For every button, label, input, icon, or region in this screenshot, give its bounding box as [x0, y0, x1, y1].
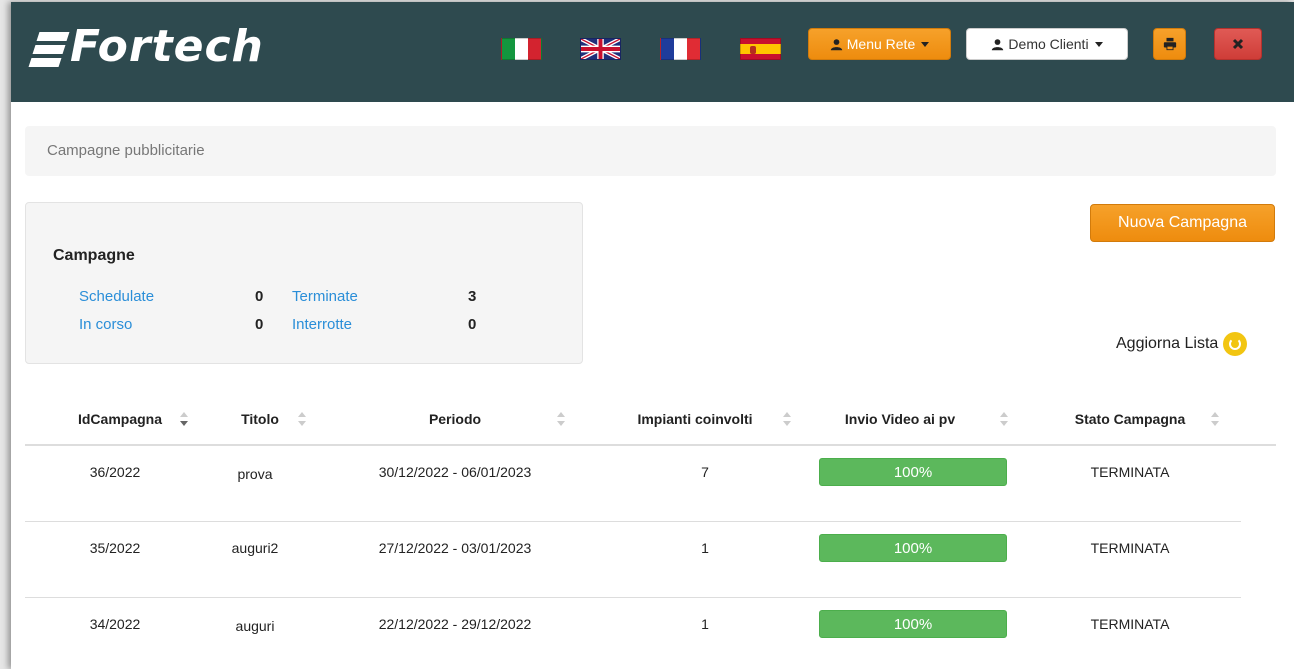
breadcrumb: Campagne pubblicitarie	[25, 126, 1276, 176]
in-corso-count: 0	[255, 316, 264, 333]
cell-periodo: 22/12/2022 - 29/12/2022	[378, 616, 532, 632]
cell-id: 34/2022	[89, 616, 141, 632]
table-row[interactable]: 35/2022 auguri2 27/12/2022 - 03/01/2023 …	[25, 522, 1241, 598]
app-window: Fortech Menu Rete Demo Clienti Campagne …	[11, 2, 1294, 669]
cell-periodo: 30/12/2022 - 06/01/2023	[378, 464, 532, 480]
menu-rete-dropdown[interactable]: Menu Rete	[808, 28, 951, 60]
column-label: Periodo	[428, 411, 482, 427]
cell-stato: TERMINATA	[1090, 616, 1170, 632]
terminate-count: 3	[468, 288, 477, 305]
table-row[interactable]: 36/2022 prova 30/12/2022 - 06/01/2023 7 …	[25, 446, 1241, 522]
video-progress-bar: 100%	[819, 458, 1007, 486]
column-label: Impianti coinvolti	[637, 411, 753, 427]
sort-icon	[1000, 412, 1008, 428]
refresh-label: Aggiorna Lista	[1116, 335, 1219, 352]
terminate-link[interactable]: Terminate	[292, 288, 358, 305]
schedulate-count: 0	[255, 288, 264, 305]
print-button[interactable]	[1153, 28, 1186, 60]
column-header-idcampagna[interactable]: IdCampagna	[55, 394, 185, 444]
cell-id: 35/2022	[89, 540, 141, 556]
new-campaign-button[interactable]: Nuova Campagna	[1090, 204, 1275, 242]
user-icon	[830, 38, 842, 50]
column-header-titolo[interactable]: Titolo	[220, 394, 300, 444]
campaign-summary-panel: Campagne Schedulate 0 Terminate 3 In cor…	[25, 202, 583, 364]
cell-stato: TERMINATA	[1090, 540, 1170, 556]
table-header: IdCampagna Titolo Periodo Impianti coinv…	[25, 394, 1276, 446]
close-button[interactable]	[1214, 28, 1262, 60]
demo-clienti-dropdown[interactable]: Demo Clienti	[966, 28, 1128, 60]
print-icon	[1163, 37, 1176, 51]
video-progress-bar: 100%	[819, 534, 1007, 562]
video-progress-bar: 100%	[819, 610, 1007, 638]
schedulate-link[interactable]: Schedulate	[79, 288, 154, 305]
menu-rete-label: Menu Rete	[846, 36, 916, 52]
cell-titolo: auguri2	[231, 540, 279, 556]
cell-impianti: 1	[701, 540, 709, 556]
in-corso-link[interactable]: In corso	[79, 316, 132, 333]
cell-titolo: prova	[237, 466, 273, 482]
column-header-impianti[interactable]: Impianti coinvolti	[615, 394, 775, 444]
sort-icon	[1211, 412, 1219, 428]
refresh-icon	[1223, 332, 1248, 356]
sort-icon	[783, 412, 791, 428]
logo-text: Fortech	[70, 21, 264, 72]
cell-impianti: 7	[701, 464, 709, 480]
user-icon	[992, 38, 1004, 50]
refresh-list-button[interactable]: Aggiorna Lista	[1116, 332, 1248, 356]
column-label: IdCampagna	[77, 411, 162, 427]
french-flag-icon[interactable]	[660, 38, 701, 60]
cell-impianti: 1	[701, 616, 709, 632]
column-label: Stato Campagna	[1074, 411, 1186, 427]
cell-titolo: auguri	[235, 618, 275, 634]
table-row[interactable]: 34/2022 auguri 22/12/2022 - 29/12/2022 1…	[25, 598, 1241, 669]
spanish-flag-icon[interactable]	[740, 38, 781, 60]
interrotte-link[interactable]: Interrotte	[292, 316, 352, 333]
chevron-down-icon	[1094, 41, 1103, 47]
close-icon	[1232, 38, 1244, 50]
column-label: Titolo	[241, 411, 279, 427]
column-header-periodo[interactable]: Periodo	[355, 394, 555, 444]
summary-title: Campagne	[53, 247, 135, 264]
sort-desc-icon	[180, 412, 188, 428]
cell-periodo: 27/12/2022 - 03/01/2023	[378, 540, 532, 556]
column-header-stato[interactable]: Stato Campagna	[1055, 394, 1205, 444]
interrotte-count: 0	[468, 316, 477, 333]
column-label: Invio Video ai pv	[844, 411, 956, 427]
demo-clienti-label: Demo Clienti	[1008, 36, 1089, 52]
column-header-invio-video[interactable]: Invio Video ai pv	[825, 394, 975, 444]
logo-stripes-icon	[28, 28, 70, 67]
uk-flag-icon[interactable]	[580, 38, 621, 60]
cell-id: 36/2022	[89, 464, 141, 480]
italian-flag-icon[interactable]	[501, 38, 542, 60]
cell-stato: TERMINATA	[1090, 464, 1170, 480]
chevron-down-icon	[921, 41, 930, 47]
sort-icon	[557, 412, 565, 428]
top-navbar: Fortech Menu Rete Demo Clienti	[11, 2, 1294, 102]
fortech-logo[interactable]: Fortech	[28, 24, 264, 70]
sort-icon	[298, 412, 306, 428]
